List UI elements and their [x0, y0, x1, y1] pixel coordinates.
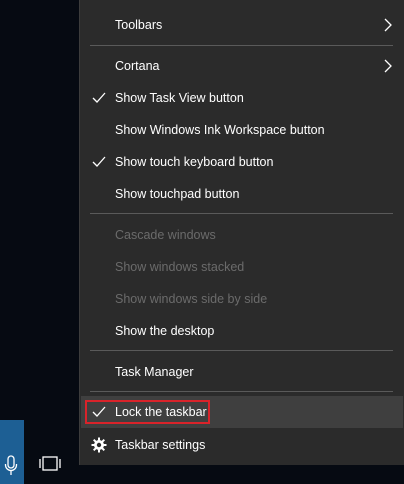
menu-item-show-touchpad[interactable]: Show touchpad button — [81, 178, 403, 210]
menu-separator — [90, 391, 393, 392]
menu-item-task-manager[interactable]: Task Manager — [81, 356, 403, 388]
menu-item-label: Show Windows Ink Workspace button — [115, 123, 325, 137]
menu-separator — [90, 45, 393, 46]
menu-separator — [90, 213, 393, 214]
menu-item-show-touch-keyboard[interactable]: Show touch keyboard button — [81, 146, 403, 178]
task-view-icon — [39, 456, 61, 471]
taskbar-context-menu: Toolbars Cortana Show Task View button S… — [79, 0, 404, 465]
highlight-annotation-box — [85, 400, 210, 424]
menu-item-show-task-view[interactable]: Show Task View button — [81, 82, 403, 114]
menu-item-show-windows-stacked: Show windows stacked — [81, 251, 403, 283]
menu-item-taskbar-settings[interactable]: Taskbar settings — [81, 429, 403, 461]
gear-icon — [91, 437, 107, 453]
menu-item-label: Cascade windows — [115, 228, 216, 242]
menu-item-show-desktop[interactable]: Show the desktop — [81, 315, 403, 347]
chevron-right-icon — [383, 18, 393, 32]
menu-item-label: Toolbars — [115, 18, 163, 32]
menu-item-label: Cortana — [115, 59, 160, 73]
menu-item-lock-taskbar[interactable]: Lock the taskbar — [81, 396, 403, 428]
taskbar-cortana-mic-button[interactable] — [0, 420, 24, 484]
taskbar-task-view-button[interactable] — [38, 453, 62, 477]
menu-item-label: Taskbar settings — [115, 438, 206, 452]
microphone-icon — [4, 455, 18, 475]
menu-item-label: Show windows stacked — [115, 260, 245, 274]
menu-item-show-side-by-side: Show windows side by side — [81, 283, 403, 315]
taskbar — [24, 467, 404, 484]
menu-item-label: Task Manager — [115, 365, 194, 379]
menu-item-label: Show the desktop — [115, 324, 215, 338]
menu-item-label: Show windows side by side — [115, 292, 268, 306]
chevron-right-icon — [383, 59, 393, 73]
menu-item-label: Show Task View button — [115, 91, 244, 105]
menu-item-toolbars[interactable]: Toolbars — [81, 9, 403, 41]
menu-item-cascade-windows: Cascade windows — [81, 219, 403, 251]
menu-item-show-ink-workspace[interactable]: Show Windows Ink Workspace button — [81, 114, 403, 146]
menu-item-cortana[interactable]: Cortana — [81, 50, 403, 82]
checkmark-icon — [91, 154, 107, 170]
menu-item-label: Show touchpad button — [115, 187, 240, 201]
checkmark-icon — [91, 90, 107, 106]
menu-separator — [90, 350, 393, 351]
menu-item-label: Show touch keyboard button — [115, 155, 274, 169]
